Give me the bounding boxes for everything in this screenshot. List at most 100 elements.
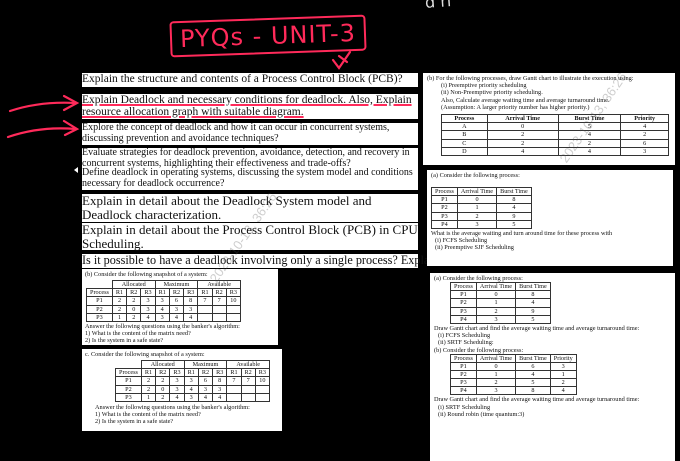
table-cell: 3: [169, 384, 185, 394]
table-cell: 6: [168, 296, 185, 306]
table-cell: 0: [126, 304, 142, 314]
priority-card: (b) For the following processes, draw Ga…: [423, 73, 675, 165]
table-row: P1 0 8: [450, 290, 551, 300]
table-row: P2 1 4 1: [450, 370, 577, 380]
table-header-cell: Burst Time: [496, 187, 532, 197]
table-cell: P4: [450, 386, 477, 396]
table-cell: 2: [126, 312, 142, 322]
table-header-cell: R2: [126, 288, 142, 298]
table-cell: P2: [86, 304, 113, 314]
table-cell: 5: [515, 378, 551, 388]
table-cell: 3: [140, 296, 156, 306]
table-header-cell: Burst Time: [515, 282, 551, 292]
table-header-cell: R1: [111, 288, 128, 298]
table-cell: 1: [475, 298, 517, 308]
table-cell: 2: [126, 296, 142, 306]
table-header-cell: R3: [254, 368, 271, 378]
table-header-cell: R2: [155, 368, 171, 378]
table-cell: 3: [154, 312, 170, 322]
table-row: A054: [441, 122, 669, 132]
table-row: B242: [441, 130, 669, 140]
table-header-cell: Process: [450, 282, 477, 292]
process-ask: (i) SRTF Scheduling: [438, 403, 491, 411]
table-cell: P3: [115, 392, 142, 402]
fcfs-sjf-card: (a) Consider the following process: Proc…: [427, 170, 673, 266]
group-header: Maximum: [183, 360, 228, 370]
table-header-cell: R3: [225, 288, 242, 298]
bankers-table: Allocated Maximum Available Process R1 R2 R3 R…: [115, 360, 271, 402]
arrow-icon: [6, 119, 80, 139]
table-cell: 6: [620, 138, 669, 148]
table-cell: 4: [169, 392, 185, 402]
table-cell: 2: [456, 211, 498, 221]
table-cell: 2: [486, 138, 559, 148]
table-cell: 2: [111, 304, 128, 314]
question-5: Define deadlock in operating systems, di…: [82, 167, 418, 190]
bankers-lead: c. Consider the following snapshot of a …: [85, 351, 205, 358]
table-header-cell: Process: [431, 187, 458, 197]
table-cell: [226, 392, 242, 402]
table-row: P3 2 9: [450, 306, 551, 316]
table-cell: 4: [557, 146, 622, 156]
table-cell: 3: [620, 146, 669, 156]
table-cell: P2: [450, 298, 477, 308]
table-row: P4 3 5: [450, 314, 551, 324]
question-8: Is it possible to have a deadlock involv…: [82, 253, 442, 268]
process-table: Process Arrival Time Burst Time P1 0 8 P2 1 4 P3…: [450, 282, 551, 324]
table-cell: 2: [486, 130, 559, 140]
table-cell: 3: [183, 304, 199, 314]
bankers-ask: 1) What is the content of the matrix nee…: [85, 330, 191, 338]
table-cell: P4: [431, 219, 458, 229]
table-header-cell: Process: [441, 114, 488, 124]
table-cell: [197, 312, 213, 322]
table-cell: 4: [183, 312, 199, 322]
process-table: Process Arrival Time Burst Time Priority P1…: [450, 353, 577, 396]
table-header-cell: R2: [240, 368, 256, 378]
table-cell: 4: [168, 312, 185, 322]
group-header: Available: [226, 360, 271, 370]
table-header-cell: Burst Time: [515, 353, 551, 363]
table-cell: 4: [486, 146, 559, 156]
bankers-ask: 1) What is the content of the matrix nee…: [95, 411, 201, 419]
table-row: P1 0 6 3: [450, 361, 577, 372]
table-row: P2 1 4: [450, 298, 551, 308]
table-row: P4 3 5: [431, 219, 532, 229]
table-header-cell: Arrival Time: [475, 282, 517, 292]
table-cell: 2: [111, 296, 128, 306]
priority-table: Process Arrival Time Burst Time Priority A0…: [441, 114, 669, 156]
table-cell: 1: [456, 203, 498, 213]
table-cell: P1: [450, 361, 477, 372]
table-cell: P2: [115, 384, 142, 394]
group-header: Available: [197, 280, 242, 290]
table-cell: 0: [486, 122, 559, 132]
table-header-cell: R3: [183, 288, 199, 298]
process-ask: (i) FCFS Scheduling: [438, 332, 491, 340]
table-header-cell: R2: [211, 288, 227, 298]
table-header-cell: R1: [154, 288, 170, 298]
table-header-cell: R1: [183, 368, 199, 378]
table-header-row: Process Arrival Time Burst Time Priority: [450, 353, 577, 363]
table-header-cell: Priority: [549, 353, 577, 363]
priority-text: (b) For the following processes, draw Ga…: [427, 75, 634, 82]
table-cell: P4: [450, 314, 477, 324]
table-row: P3 2 9: [431, 211, 532, 221]
group-header: Allocated: [111, 280, 156, 290]
table-cell: [197, 304, 213, 314]
table-cell: 3: [168, 304, 185, 314]
table-cell: 2: [557, 138, 622, 148]
table-header-cell: R2: [168, 288, 185, 298]
table-cell: 7: [240, 376, 256, 386]
table-cell: 0: [155, 384, 171, 394]
table-row: P4 3 8 4: [450, 386, 577, 396]
table-cell: 8: [515, 290, 551, 300]
table-cell: 4: [496, 203, 532, 213]
table-row: P3 1 2 4 3 4 4: [86, 312, 242, 322]
table-row: P3 1 2 4 3 4 4: [115, 392, 271, 402]
table-cell: 3: [183, 392, 199, 402]
table-cell: 3: [183, 376, 199, 386]
table-cell: 7: [197, 296, 213, 306]
table-header-cell: Arrival Time: [456, 187, 498, 197]
table-header-cell: Arrival Time: [486, 114, 559, 124]
table-header-cell: Process: [115, 368, 142, 378]
table-cell: 2: [140, 376, 157, 386]
